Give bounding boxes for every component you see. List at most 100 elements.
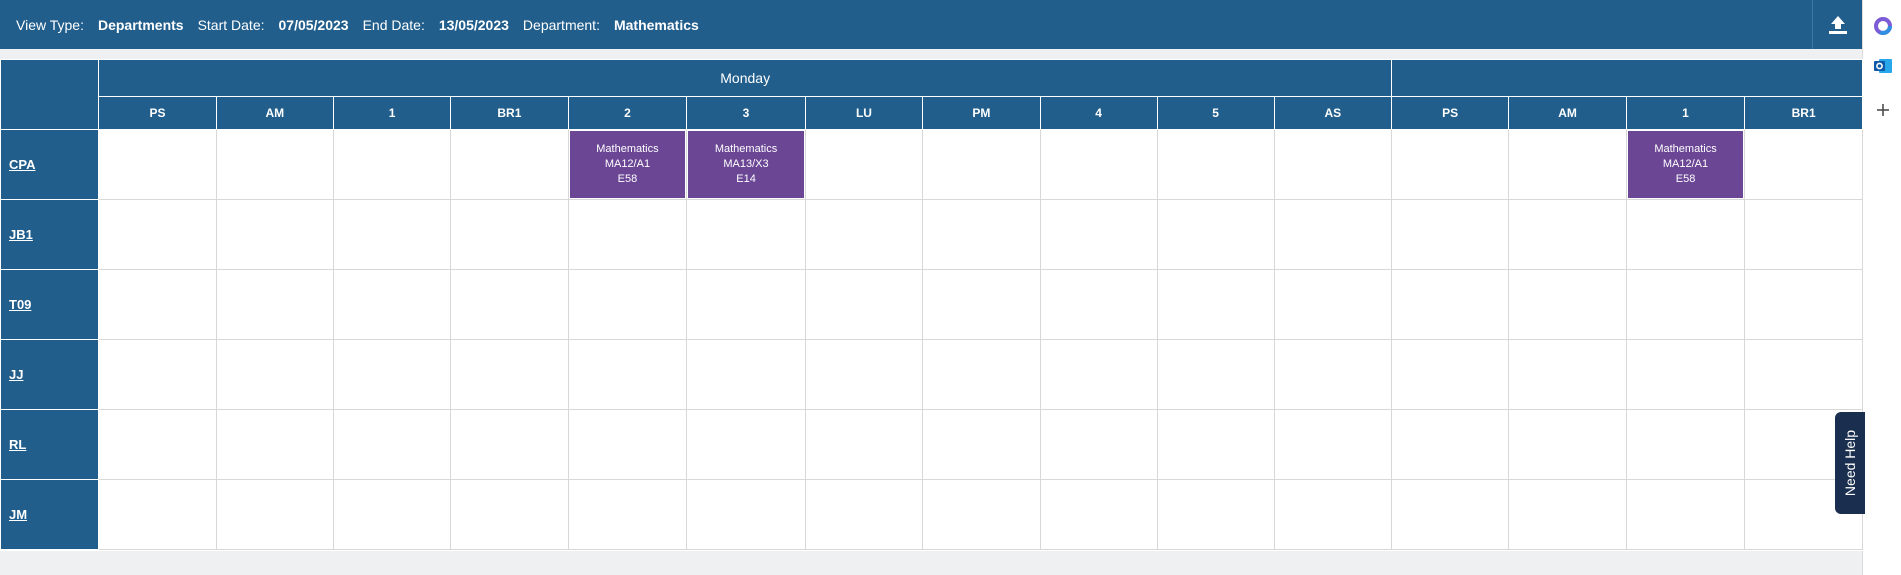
timetable-cell[interactable] (1391, 339, 1510, 410)
timetable-cell[interactable] (1039, 479, 1158, 550)
timetable-cell[interactable] (215, 129, 335, 200)
timetable-cell[interactable] (1273, 339, 1393, 410)
timetable-cell[interactable] (1744, 129, 1863, 200)
timetable-cell[interactable] (333, 129, 452, 200)
timetable-cell[interactable] (1391, 409, 1510, 480)
staff-link[interactable]: CPA (9, 157, 35, 172)
timetable-cell[interactable] (567, 269, 688, 340)
timetable-cell[interactable] (567, 199, 688, 270)
timetable-cell[interactable] (804, 129, 924, 200)
timetable-cell[interactable] (1156, 269, 1275, 340)
timetable-cell[interactable] (1273, 479, 1393, 550)
timetable-cell[interactable] (1508, 409, 1627, 480)
timetable-cell[interactable] (804, 199, 924, 270)
timetable-cell[interactable] (686, 409, 806, 480)
timetable-cell[interactable] (922, 129, 1041, 200)
timetable-cell[interactable] (804, 269, 924, 340)
timetable-cell[interactable] (98, 339, 217, 410)
staff-link[interactable]: T09 (9, 297, 31, 312)
timetable-cell[interactable]: Mathematics MA13/X3 E14 (686, 129, 806, 200)
timetable-cell[interactable] (333, 409, 452, 480)
timetable-cell[interactable] (1625, 339, 1746, 410)
staff-link[interactable]: JM (9, 507, 27, 522)
timetable-cell[interactable] (922, 269, 1041, 340)
timetable-cell[interactable] (1273, 129, 1393, 200)
timetable-cell[interactable] (1744, 339, 1863, 410)
timetable-cell[interactable] (1744, 269, 1863, 340)
copilot-icon[interactable] (1873, 16, 1893, 36)
timetable-cell[interactable] (922, 409, 1041, 480)
timetable-cell[interactable] (215, 199, 335, 270)
timetable-cell[interactable] (1508, 269, 1627, 340)
timetable-cell[interactable]: Mathematics MA12/A1 E58 (1625, 129, 1746, 200)
export-button[interactable] (1812, 0, 1863, 49)
timetable-cell[interactable] (1391, 129, 1510, 200)
need-help-tab[interactable]: Need Help (1835, 412, 1865, 514)
timetable-cell[interactable] (333, 199, 452, 270)
timetable-cell[interactable] (450, 199, 569, 270)
timetable-cell[interactable] (98, 409, 217, 480)
timetable-cell[interactable] (450, 409, 569, 480)
timetable-cell[interactable] (1391, 199, 1510, 270)
timetable-cell[interactable] (215, 479, 335, 550)
timetable-cell[interactable] (567, 479, 688, 550)
timetable-cell[interactable] (450, 269, 569, 340)
timetable-cell[interactable] (1508, 129, 1627, 200)
add-icon[interactable] (1873, 100, 1893, 120)
outlook-icon[interactable] (1873, 56, 1893, 76)
timetable-cell[interactable] (98, 129, 217, 200)
timetable-cell[interactable] (450, 339, 569, 410)
timetable-cell[interactable] (1273, 199, 1393, 270)
lesson-block[interactable]: Mathematics MA12/A1 E58 (569, 131, 686, 198)
timetable-cell[interactable] (1625, 409, 1746, 480)
timetable-cell[interactable] (98, 269, 217, 340)
timetable-cell[interactable] (922, 479, 1041, 550)
timetable-cell[interactable] (922, 199, 1041, 270)
timetable-cell[interactable] (922, 339, 1041, 410)
timetable-cell[interactable] (1039, 199, 1158, 270)
staff-link[interactable]: RL (9, 437, 26, 452)
timetable-cell[interactable] (804, 479, 924, 550)
timetable-cell[interactable] (1625, 199, 1746, 270)
timetable-cell[interactable] (1273, 409, 1393, 480)
timetable-cell[interactable] (567, 339, 688, 410)
timetable-cell[interactable] (686, 269, 806, 340)
timetable-cell[interactable] (1391, 269, 1510, 340)
timetable-cell[interactable] (450, 479, 569, 550)
timetable-cell[interactable] (1039, 129, 1158, 200)
timetable-cell[interactable] (686, 339, 806, 410)
staff-link[interactable]: JJ (9, 367, 23, 382)
lesson-block[interactable]: Mathematics MA13/X3 E14 (688, 131, 804, 198)
timetable-cell[interactable] (98, 479, 217, 550)
timetable-cell[interactable] (1508, 339, 1627, 410)
timetable-cell[interactable] (567, 409, 688, 480)
timetable-cell[interactable] (215, 339, 335, 410)
timetable-cell[interactable] (686, 199, 806, 270)
timetable-cell[interactable] (333, 269, 452, 340)
timetable-cell[interactable] (333, 339, 452, 410)
timetable-cell[interactable] (215, 269, 335, 340)
timetable-cell[interactable] (1273, 269, 1393, 340)
timetable-cell[interactable] (1039, 339, 1158, 410)
timetable-cell[interactable] (1508, 199, 1627, 270)
timetable-cell[interactable] (1156, 199, 1275, 270)
timetable-cell[interactable] (1625, 269, 1746, 340)
timetable-cell[interactable] (1156, 409, 1275, 480)
timetable-cell[interactable] (333, 479, 452, 550)
timetable-cell[interactable]: Mathematics MA12/A1 E58 (567, 129, 688, 200)
timetable-cell[interactable] (1744, 199, 1863, 270)
timetable-cell[interactable] (1156, 129, 1275, 200)
timetable-cell[interactable] (450, 129, 569, 200)
timetable-cell[interactable] (1039, 269, 1158, 340)
timetable-cell[interactable] (1156, 479, 1275, 550)
timetable-cell[interactable] (804, 339, 924, 410)
timetable-cell[interactable] (1156, 339, 1275, 410)
timetable-cell[interactable] (1039, 409, 1158, 480)
timetable-cell[interactable] (804, 409, 924, 480)
timetable-cell[interactable] (686, 479, 806, 550)
timetable-cell[interactable] (1391, 479, 1510, 550)
staff-link[interactable]: JB1 (9, 227, 33, 242)
timetable-cell[interactable] (215, 409, 335, 480)
timetable-cell[interactable] (1625, 479, 1746, 550)
lesson-block[interactable]: Mathematics MA12/A1 E58 (1627, 131, 1744, 198)
